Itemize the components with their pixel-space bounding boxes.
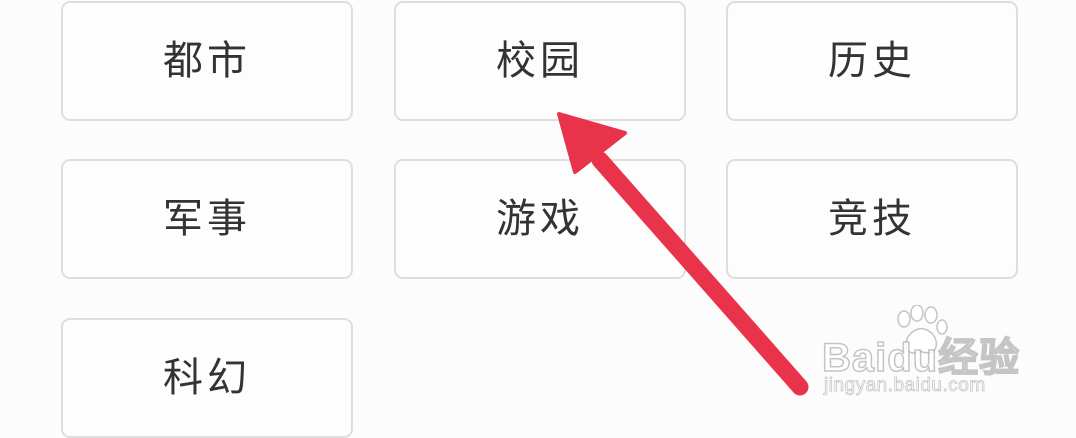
- genre-tile-youxi[interactable]: 游戏: [394, 159, 686, 279]
- genre-tile-junshi[interactable]: 军事: [61, 159, 353, 279]
- genre-tile-lishi[interactable]: 历史: [726, 1, 1018, 121]
- genre-tile-jingji[interactable]: 竞技: [726, 159, 1018, 279]
- genre-grid: 都市 校园 历史 军事 游戏 竞技 科幻: [0, 0, 1076, 438]
- genre-label: 军事: [163, 196, 251, 242]
- genre-label: 都市: [163, 38, 251, 84]
- genre-label: 竞技: [828, 196, 916, 242]
- genre-label: 历史: [828, 38, 916, 84]
- genre-tile-dushi[interactable]: 都市: [61, 1, 353, 121]
- genre-label: 游戏: [496, 196, 584, 242]
- genre-label: 科幻: [163, 355, 251, 401]
- genre-tile-xiaoyuan[interactable]: 校园: [394, 1, 686, 121]
- genre-label: 校园: [496, 38, 584, 84]
- genre-tile-kehuan[interactable]: 科幻: [61, 318, 353, 438]
